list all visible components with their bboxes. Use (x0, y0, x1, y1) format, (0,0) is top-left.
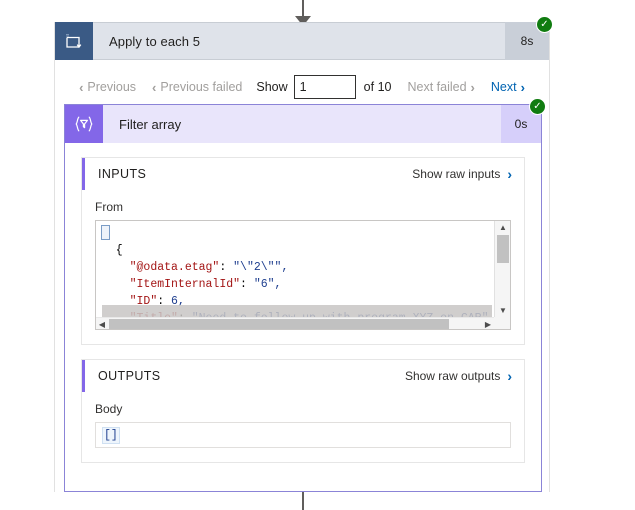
outputs-panel-body: Body [] (82, 392, 524, 462)
from-field-label: From (95, 200, 123, 214)
show-label: Show (256, 80, 288, 94)
show-raw-outputs-button[interactable]: Show raw outputs › (405, 368, 524, 384)
chevron-right-icon: › (507, 166, 512, 182)
from-code-box[interactable]: [ { "@odata.etag": "\"2\"", "ItemInterna… (95, 220, 511, 330)
scroll-right-icon[interactable]: ▶ (482, 318, 494, 329)
scroll-down-icon[interactable]: ▼ (495, 304, 510, 317)
apply-to-each-title: Apply to each 5 (109, 33, 201, 49)
show-raw-inputs-label: Show raw inputs (412, 167, 501, 181)
page-number-input[interactable] (293, 75, 356, 99)
apply-to-each-loop-icon (55, 22, 93, 60)
previous-failed-button[interactable]: ‹ Previous failed (144, 80, 250, 95)
body-value: [] (102, 426, 120, 444)
success-check-icon: ✓ (529, 98, 546, 115)
iteration-pager: ‹ Previous ‹ Previous failed Show of 10 … (55, 68, 549, 106)
inputs-title: INPUTS (98, 167, 147, 181)
body-value-box[interactable]: [] (95, 422, 511, 448)
selected-line-highlight (102, 305, 492, 317)
next-failed-label: Next failed (407, 80, 467, 94)
horizontal-scrollbar-thumb[interactable] (109, 319, 449, 329)
scroll-left-icon[interactable]: ◀ (96, 318, 108, 329)
filter-array-title: Filter array (119, 116, 182, 132)
vertical-scrollbar[interactable]: ▲ ▼ (494, 221, 510, 317)
previous-label: Previous (87, 80, 137, 94)
scrollbar-corner (494, 317, 510, 329)
outputs-panel-header: OUTPUTS Show raw outputs › (82, 360, 524, 392)
page-total-label: of 10 (363, 80, 392, 94)
from-code-text: [ { "@odata.etag": "\"2\"", "ItemInterna… (102, 227, 492, 317)
apply-to-each-header[interactable]: Apply to each 5 8s ✓ (55, 16, 553, 60)
chevron-left-icon: ‹ (79, 79, 84, 95)
inputs-panel-body: From [ { "@odata.etag": "\"2\"", "ItemIn… (82, 190, 524, 344)
connector-line-icon (302, 492, 304, 510)
filter-array-icon (65, 105, 103, 143)
filter-array-header[interactable]: Filter array 0s ✓ (65, 98, 546, 143)
text-caret (101, 225, 110, 240)
previous-button[interactable]: ‹ Previous (71, 80, 144, 95)
horizontal-scrollbar[interactable]: ◀ ▶ (96, 317, 510, 329)
inputs-panel-header: INPUTS Show raw inputs › (82, 158, 524, 190)
outputs-panel: OUTPUTS Show raw outputs › Body [] (81, 359, 525, 463)
next-failed-button[interactable]: Next failed › (399, 80, 482, 95)
workflow-run-view: Apply to each 5 8s ✓ ‹ Previous ‹ Previo… (0, 0, 635, 510)
chevron-right-icon: › (507, 368, 512, 384)
filter-array-card: Filter array 0s ✓ INPUTS Show raw inputs… (64, 98, 546, 492)
inputs-panel: INPUTS Show raw inputs › From [ { "@odat… (81, 157, 525, 345)
chevron-right-icon: › (520, 79, 525, 95)
next-button[interactable]: Next › (483, 80, 533, 95)
body-field-label: Body (95, 402, 123, 416)
success-check-icon: ✓ (536, 16, 553, 33)
vertical-scrollbar-thumb[interactable] (497, 235, 509, 263)
chevron-left-icon: ‹ (152, 79, 157, 95)
previous-failed-label: Previous failed (160, 80, 243, 94)
chevron-right-icon: › (470, 79, 475, 95)
show-raw-outputs-label: Show raw outputs (404, 369, 501, 383)
scroll-up-icon[interactable]: ▲ (495, 221, 510, 234)
next-label: Next (490, 80, 517, 94)
show-raw-inputs-button[interactable]: Show raw inputs › (412, 166, 524, 182)
outputs-title: OUTPUTS (98, 369, 161, 383)
